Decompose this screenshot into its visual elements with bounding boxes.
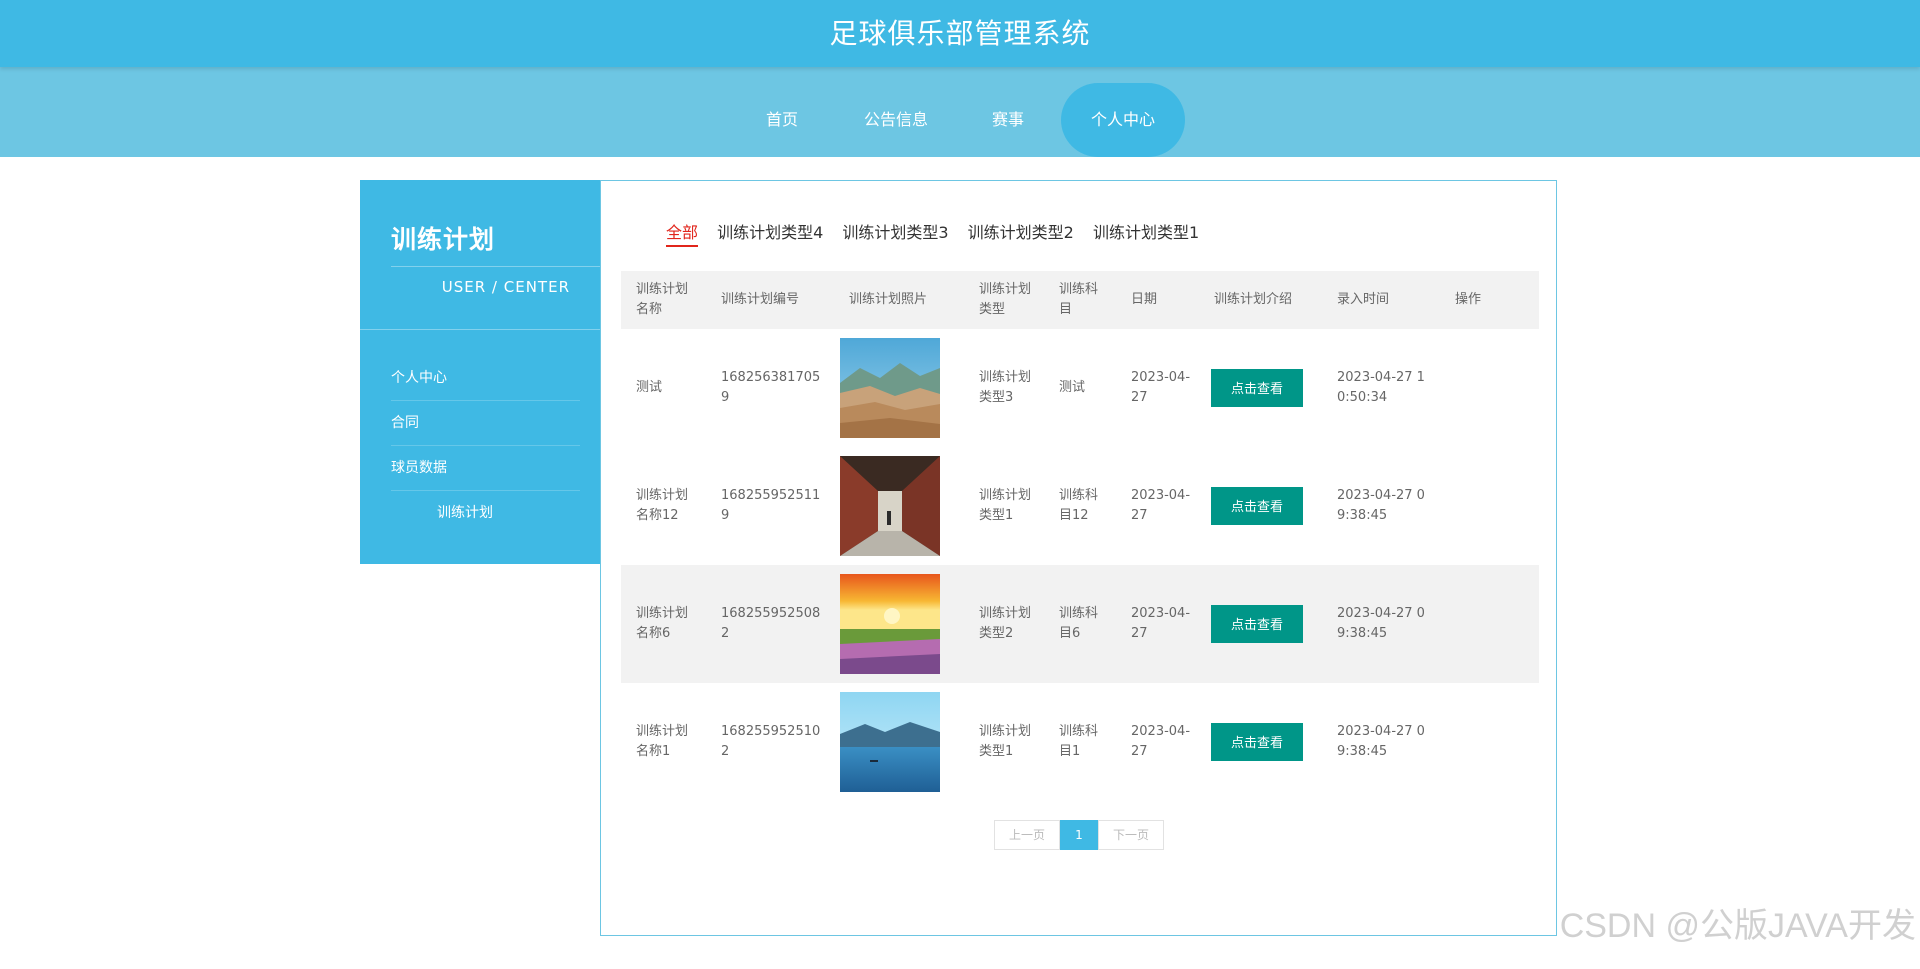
cell-intro: 点击查看 [1199,329,1322,447]
column-header: 训练计划照片 [849,292,928,307]
column-header: 训练计划编号 [721,292,800,307]
column-header: 日期 [1131,292,1158,307]
cell-code: 1682559525119 [721,488,821,523]
cell-code: 1682559525102 [721,724,821,759]
nav-announcements[interactable]: 公告信息 [844,83,948,157]
prev-page-button[interactable]: 上一页 [994,820,1060,850]
corridor-photo[interactable] [840,456,940,556]
sidebar-title: 训练计划 [391,225,496,254]
cell-subject: 测试 [1059,380,1086,395]
view-button[interactable]: 点击查看 [1211,605,1303,643]
cell-subject: 训练科目1 [1059,724,1099,759]
column-header: 训练计划类型 [979,282,1032,317]
next-page-button[interactable]: 下一页 [1098,820,1164,850]
table-row: 测试 1682563817059 训练计划类型3 测试 2023-04-27 点… [621,329,1539,447]
cell-name: 训练计划名称1 [636,724,689,759]
column-header: 训练计划介绍 [1214,292,1293,307]
cell-actions [1440,565,1539,683]
cell-intro: 点击查看 [1199,447,1322,565]
main-nav: 首页 公告信息 赛事 个人中心 [0,67,1920,157]
view-button[interactable]: 点击查看 [1211,487,1303,525]
mountain-valley-photo[interactable] [840,338,940,438]
page-1-button[interactable]: 1 [1060,820,1098,850]
sunset-field-photo[interactable] [840,574,940,674]
cell-subject: 训练科目6 [1059,606,1099,641]
column-header: 录入时间 [1337,292,1390,307]
cell-intro: 点击查看 [1199,683,1322,801]
sidebar-subtitle: USER / CENTER [441,278,570,296]
nav-home[interactable]: 首页 [738,83,826,157]
cell-date: 2023-04-27 [1131,606,1191,641]
csdn-watermark: CSDN @公版JAVA开发 [1559,907,1916,945]
content-panel: 全部 训练计划类型4 训练计划类型3 训练计划类型2 训练计划类型1 训练计划名… [600,180,1557,936]
cell-created: 2023-04-27 09:38:45 [1337,724,1425,759]
filter-tab-type2[interactable]: 训练计划类型2 [968,221,1074,245]
filter-tab-type1[interactable]: 训练计划类型1 [1093,221,1199,245]
filter-tab-type4[interactable]: 训练计划类型4 [717,221,823,245]
cell-date: 2023-04-27 [1131,370,1191,405]
nav-matches[interactable]: 赛事 [968,83,1048,157]
table-row: 训练计划名称1 1682559525102 训练计划类型1 训练科目1 2023… [621,683,1539,801]
pagination: 上一页 1 下一页 [994,820,1164,850]
cell-actions [1440,329,1539,447]
cell-name: 训练计划名称12 [636,488,689,523]
sidebar-divider [391,266,600,267]
view-button[interactable]: 点击查看 [1211,369,1303,407]
cell-type: 训练计划类型1 [979,724,1032,759]
sidebar: 训练计划 USER / CENTER 个人中心 合同 球员数据 训练计划 [360,180,600,564]
cell-created: 2023-04-27 09:38:45 [1337,606,1425,641]
cell-photo [834,683,964,801]
filter-tab-type3[interactable]: 训练计划类型3 [842,221,948,245]
sidebar-item-contract[interactable]: 合同 [360,401,600,446]
cell-name: 训练计划名称6 [636,606,689,641]
top-header: 足球俱乐部管理系统 [0,0,1920,67]
cell-photo [834,447,964,565]
training-plan-table: 训练计划名称 训练计划编号 训练计划照片 训练计划类型 训练科目 日期 训练计划… [621,271,1539,801]
cell-name: 测试 [636,380,663,395]
cell-photo [834,329,964,447]
view-button[interactable]: 点击查看 [1211,723,1303,761]
column-header: 训练科目 [1059,282,1099,317]
filter-tabs: 全部 训练计划类型4 训练计划类型3 训练计划类型2 训练计划类型1 [666,221,1213,251]
sidebar-item-label: 球员数据 [391,460,447,476]
cell-code: 1682563817059 [721,370,821,405]
sidebar-item-label: 合同 [391,415,419,431]
site-title: 足球俱乐部管理系统 [829,17,1091,50]
cell-actions [1440,683,1539,801]
cell-type: 训练计划类型2 [979,606,1032,641]
table-header-row: 训练计划名称 训练计划编号 训练计划照片 训练计划类型 训练科目 日期 训练计划… [621,271,1539,329]
table-row: 训练计划名称6 1682559525082 训练计划类型2 训练科目6 2023… [621,565,1539,683]
cell-subject: 训练科目12 [1059,488,1099,523]
cell-type: 训练计划类型1 [979,488,1032,523]
filter-tab-all[interactable]: 全部 [666,221,699,247]
cell-created: 2023-04-27 10:50:34 [1337,370,1425,405]
cell-intro: 点击查看 [1199,565,1322,683]
sidebar-divider [360,329,600,330]
cell-photo [834,565,964,683]
nav-personal-center[interactable]: 个人中心 [1061,83,1185,157]
cell-type: 训练计划类型3 [979,370,1032,405]
sidebar-item-training-plan[interactable]: 训练计划 [360,491,600,536]
sidebar-item-label: 个人中心 [391,370,447,386]
sidebar-item-personal-center[interactable]: 个人中心 [360,356,600,401]
sidebar-item-label: 训练计划 [437,505,493,521]
cell-date: 2023-04-27 [1131,724,1191,759]
sidebar-menu: 个人中心 合同 球员数据 训练计划 [360,356,600,536]
column-header: 训练计划名称 [636,282,689,317]
cell-code: 1682559525082 [721,606,821,641]
lake-photo[interactable] [840,692,940,792]
column-header: 操作 [1455,292,1482,307]
table-row: 训练计划名称12 1682559525119 训练计划类型1 训练科目12 20… [621,447,1539,565]
sidebar-item-player-data[interactable]: 球员数据 [360,446,600,491]
cell-created: 2023-04-27 09:38:45 [1337,488,1425,523]
cell-actions [1440,447,1539,565]
cell-date: 2023-04-27 [1131,488,1191,523]
